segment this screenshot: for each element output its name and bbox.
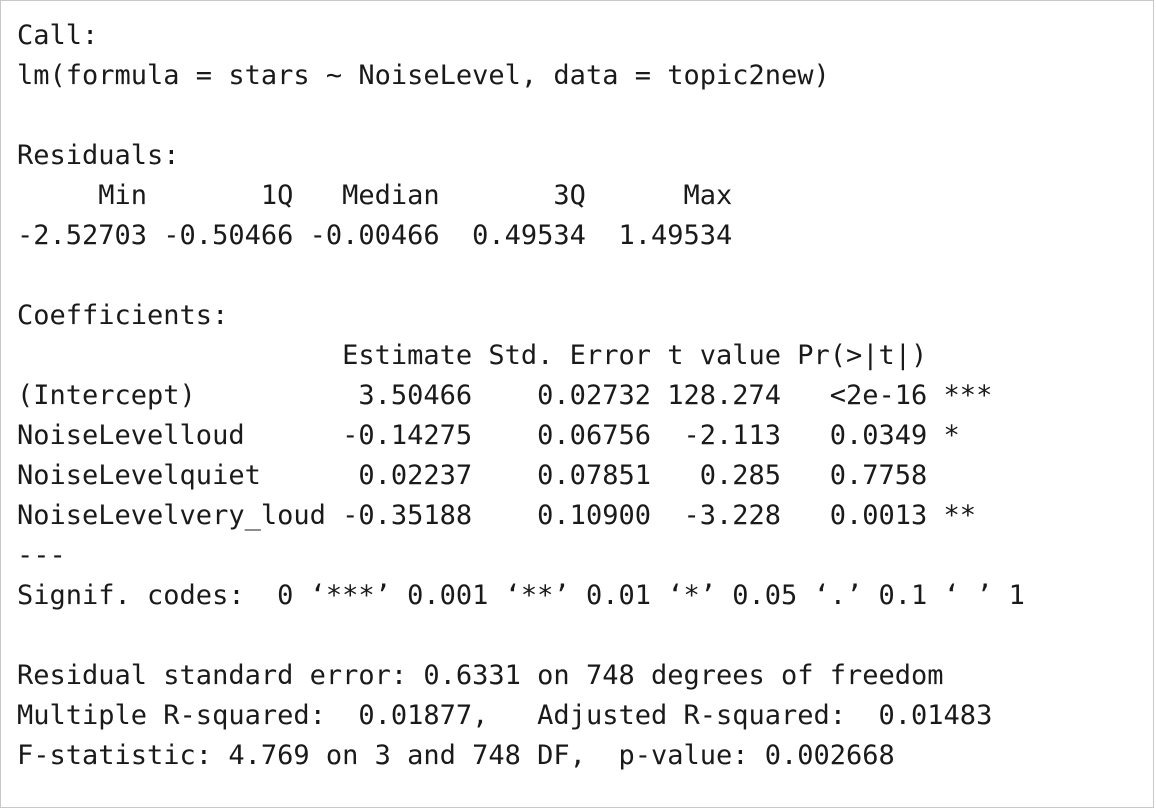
coefficients-column-headers: Estimate Std. Error t value Pr(>|t|) — [17, 340, 993, 371]
residuals-quantile-values: -2.52703 -0.50466 -0.00466 0.49534 1.495… — [17, 220, 749, 251]
separator-line: --- — [17, 540, 66, 571]
call-header: Call: — [17, 20, 99, 51]
regression-summary-text: Call: lm(formula = stars ~ NoiseLevel, da… — [17, 16, 1025, 776]
f-statistic-line: F-statistic: 4.769 on 3 and 748 DF, p-va… — [17, 740, 895, 771]
r-squared-line: Multiple R-squared: 0.01877, Adjusted R-… — [17, 700, 1009, 731]
residual-standard-error: Residual standard error: 0.6331 on 748 d… — [17, 660, 944, 691]
console-output-panel: Call: lm(formula = stars ~ NoiseLevel, da… — [0, 0, 1154, 808]
coefficient-row-noiselevelloud: NoiseLevelloud -0.14275 0.06756 -2.113 0… — [17, 420, 993, 451]
residuals-header: Residuals: — [17, 140, 180, 171]
coefficient-row-noiselevelquiet: NoiseLevelquiet 0.02237 0.07851 0.285 0.… — [17, 460, 993, 491]
signif-codes-legend: Signif. codes: 0 ‘***’ 0.001 ‘**’ 0.01 ‘… — [17, 580, 1025, 611]
call-formula: lm(formula = stars ~ NoiseLevel, data = … — [17, 60, 830, 91]
coefficient-row-noiselevelvery-loud: NoiseLevelvery_loud -0.35188 0.10900 -3.… — [17, 500, 993, 531]
residuals-quantile-labels: Min 1Q Median 3Q Max — [17, 180, 749, 211]
coefficients-header: Coefficients: — [17, 300, 229, 331]
coefficient-row-intercept: (Intercept) 3.50466 0.02732 128.274 <2e-… — [17, 380, 993, 411]
